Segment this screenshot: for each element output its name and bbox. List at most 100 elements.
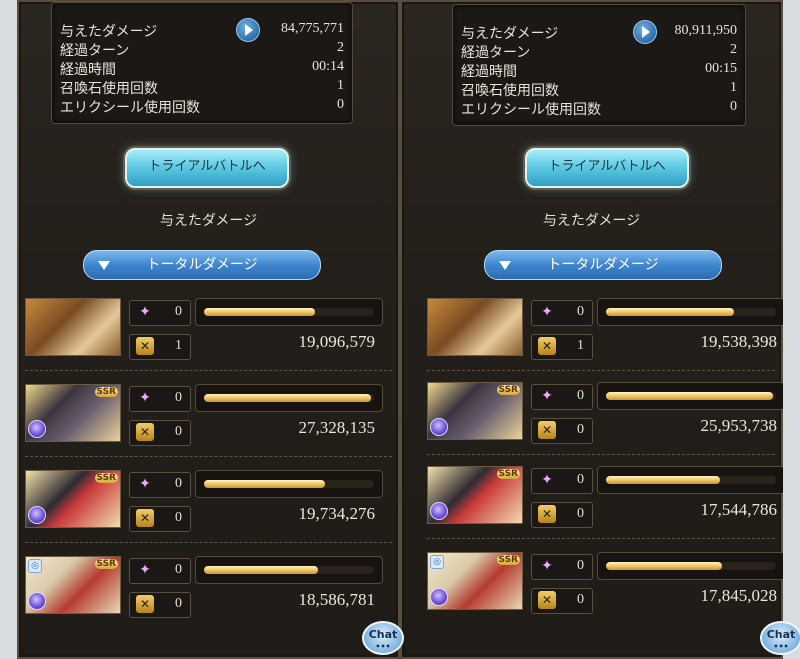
- dark-element-icon: [430, 588, 448, 606]
- skill-count: 0: [577, 558, 584, 573]
- trial-battle-button[interactable]: トライアルバトルへ: [125, 148, 289, 188]
- ca-count: 0: [577, 592, 584, 607]
- stat-value: 1: [337, 78, 344, 93]
- stat-row-summon: 召喚石使用回数 1: [461, 80, 737, 99]
- ca-count: 1: [577, 338, 584, 353]
- character-portrait[interactable]: [427, 298, 523, 356]
- stat-value: 00:14: [312, 59, 344, 74]
- ring-icon: ◎: [28, 559, 42, 573]
- charge-attack-icon: ✕: [136, 423, 154, 441]
- character-portrait[interactable]: ◎ SSR: [427, 552, 523, 610]
- damage-bar: [195, 384, 383, 412]
- chat-label: Chat: [368, 628, 398, 641]
- skill-count: 0: [577, 472, 584, 487]
- character-row: SSR ✦ 0 ✕ 0 25,953,738: [427, 382, 783, 444]
- ssr-badge: SSR: [496, 555, 520, 565]
- stat-label: 経過時間: [461, 64, 517, 80]
- stat-value: 80,911,950: [674, 23, 737, 38]
- row-divider: [25, 370, 392, 371]
- stat-value: 1: [730, 80, 737, 95]
- character-row: ◎ SSR ✦ 0 ✕ 0 18,586,781: [25, 556, 383, 618]
- chat-button[interactable]: Chat •••: [760, 621, 800, 655]
- character-row: SSR ✦ 0 ✕ 0 19,734,276: [25, 470, 383, 532]
- ca-count: 0: [577, 506, 584, 521]
- character-row: ◎ SSR ✦ 0 ✕ 0 17,845,028: [427, 552, 783, 614]
- row-divider: [427, 538, 775, 539]
- total-damage-dropdown[interactable]: トータルダメージ: [484, 250, 722, 280]
- play-icon[interactable]: [633, 20, 657, 44]
- character-portrait[interactable]: ◎ SSR: [25, 556, 121, 614]
- ca-count-box: ✕ 0: [531, 418, 593, 444]
- play-icon[interactable]: [236, 18, 260, 42]
- ssr-badge: SSR: [496, 469, 520, 479]
- character-portrait[interactable]: SSR: [427, 382, 523, 440]
- character-row: SSR ✦ 0 ✕ 0 27,328,135: [25, 384, 383, 446]
- character-portrait[interactable]: [25, 298, 121, 356]
- ca-count-box: ✕ 1: [531, 334, 593, 360]
- damage-bar-fill: [204, 480, 325, 488]
- chat-button[interactable]: Chat •••: [362, 621, 404, 655]
- skill-count-box: ✦ 0: [531, 300, 593, 326]
- skill-sparkle-icon: ✦: [541, 304, 553, 320]
- character-damage: 19,538,398: [700, 332, 778, 351]
- stat-label: 召喚石使用回数: [60, 81, 158, 97]
- trial-battle-button[interactable]: トライアルバトルへ: [525, 148, 689, 188]
- stat-row-time: 経過時間 00:14: [60, 59, 344, 78]
- skill-count-box: ✦ 0: [129, 300, 191, 326]
- row-divider: [427, 454, 775, 455]
- damage-bar: [597, 552, 783, 580]
- skill-sparkle-icon: ✦: [139, 390, 151, 406]
- skill-count: 0: [175, 562, 182, 577]
- character-damage: 27,328,135: [298, 418, 376, 437]
- skill-sparkle-icon: ✦: [139, 476, 151, 492]
- damage-bar-fill: [606, 562, 722, 570]
- stat-value: 2: [730, 42, 737, 57]
- damage-bar-fill: [606, 476, 720, 484]
- skill-sparkle-icon: ✦: [139, 562, 151, 578]
- character-damage: 18,586,781: [298, 590, 376, 609]
- ca-count: 0: [577, 422, 584, 437]
- damage-bar-fill: [606, 308, 734, 316]
- character-damage: 17,544,786: [700, 500, 778, 519]
- stat-label: 召喚石使用回数: [461, 83, 559, 99]
- ca-count-box: ✕ 1: [129, 334, 191, 360]
- dark-element-icon: [430, 502, 448, 520]
- skill-sparkle-icon: ✦: [139, 304, 151, 320]
- damage-bar: [597, 466, 783, 494]
- charge-attack-icon: ✕: [538, 421, 556, 439]
- character-portrait[interactable]: SSR: [25, 384, 121, 442]
- skill-count: 0: [577, 388, 584, 403]
- ssr-badge: SSR: [94, 387, 118, 397]
- skill-sparkle-icon: ✦: [541, 388, 553, 404]
- skill-sparkle-icon: ✦: [541, 558, 553, 574]
- stat-label: 与えたダメージ: [60, 24, 158, 40]
- damage-bar-fill: [204, 394, 371, 402]
- stat-value: 00:15: [705, 61, 737, 76]
- character-damage: 17,845,028: [700, 586, 778, 605]
- skill-count: 0: [175, 476, 182, 491]
- ca-count: 1: [175, 338, 182, 353]
- character-portrait[interactable]: SSR: [427, 466, 523, 524]
- stat-label: 経過時間: [60, 62, 116, 78]
- damage-bar: [597, 298, 783, 326]
- stat-row-turns: 経過ターン 2: [461, 42, 737, 61]
- skill-count-box: ✦ 0: [129, 472, 191, 498]
- skill-sparkle-icon: ✦: [541, 472, 553, 488]
- charge-attack-icon: ✕: [136, 337, 154, 355]
- stat-row-elixir: エリクシール使用回数 0: [60, 97, 344, 116]
- damage-bar-fill: [204, 308, 315, 316]
- ca-count-box: ✕ 0: [531, 502, 593, 528]
- character-damage: 19,096,579: [298, 332, 376, 351]
- total-damage-dropdown[interactable]: トータルダメージ: [83, 250, 321, 280]
- stat-value: 84,775,771: [281, 21, 344, 36]
- skill-count: 0: [577, 304, 584, 319]
- ca-count: 0: [175, 510, 182, 525]
- skill-count-box: ✦ 0: [129, 558, 191, 584]
- stat-label: 経過ターン: [461, 45, 531, 61]
- skill-count: 0: [175, 390, 182, 405]
- row-divider: [427, 370, 775, 371]
- skill-count-box: ✦ 0: [531, 384, 593, 410]
- character-portrait[interactable]: SSR: [25, 470, 121, 528]
- stat-row-turns: 経過ターン 2: [60, 40, 344, 59]
- skill-count-box: ✦ 0: [531, 468, 593, 494]
